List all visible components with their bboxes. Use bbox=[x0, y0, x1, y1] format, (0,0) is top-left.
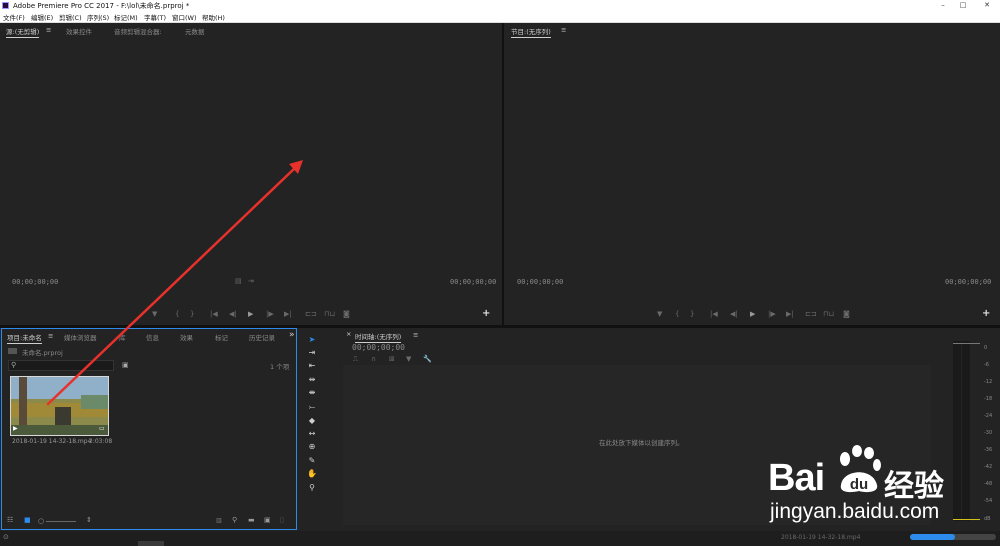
baidu-url: jingyan.baidu.com bbox=[770, 500, 940, 523]
baidu-paw-text: du bbox=[850, 476, 868, 493]
baidu-paw-icon: du bbox=[840, 445, 881, 493]
baidu-logo: Bai bbox=[768, 457, 825, 500]
baidu-logo-text: Bai bbox=[768, 457, 825, 499]
jingyan-logo: 经验 bbox=[884, 469, 944, 504]
